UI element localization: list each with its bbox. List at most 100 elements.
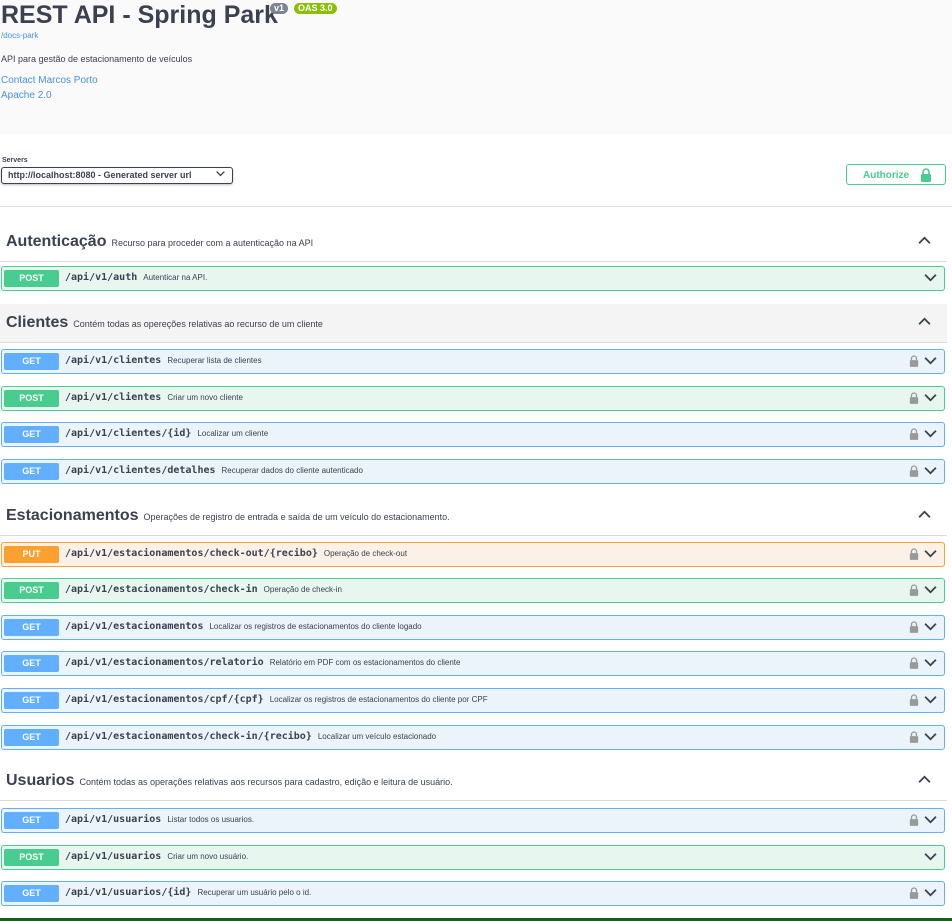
chevron-down-icon[interactable] — [924, 585, 937, 594]
operation-get[interactable]: GET/api/v1/usuarios/{id} Recuperar um usu… — [1, 881, 945, 906]
method-badge: POST — [4, 849, 59, 866]
server-select-value: http://localhost:8080 - Generated server… — [8, 170, 192, 180]
operation-summary: Criar um novo cliente — [167, 393, 243, 402]
method-badge: GET — [4, 655, 59, 672]
tag-section-header[interactable]: Estacionamentos Operações de registro de … — [0, 497, 947, 536]
chevron-down-icon[interactable] — [924, 466, 937, 475]
chevron-down-icon[interactable] — [924, 888, 937, 897]
server-select[interactable]: http://localhost:8080 - Generated server… — [1, 167, 233, 184]
lock-icon[interactable] — [909, 621, 919, 633]
operation-path-text: /api/v1/clientes — [65, 392, 162, 403]
method-badge: POST — [4, 270, 59, 287]
operation-summary: Relatório em PDF com os estacionamentos … — [269, 658, 461, 667]
operation-path-text: /api/v1/estacionamentos — [65, 621, 204, 632]
chevron-down-icon[interactable] — [924, 695, 937, 704]
tag-name: Estacionamentos Operações de registro de … — [6, 507, 450, 525]
operation-path: /api/v1/estacionamentos/check-in/{recibo… — [65, 731, 436, 742]
operation-summary: Criar um novo usuário. — [167, 852, 249, 861]
operation-path: /api/v1/clientes Recuperar lista de clien… — [65, 355, 262, 366]
chevron-up-icon[interactable] — [918, 317, 931, 326]
operation-path: /api/v1/clientes Criar um novo cliente — [65, 392, 243, 403]
license-link[interactable]: Apache 2.0 — [1, 90, 52, 101]
method-badge: GET — [4, 812, 59, 829]
chevron-down-icon[interactable] — [924, 393, 937, 402]
contact-link[interactable]: Contact Marcos Porto — [1, 75, 98, 86]
operation-path: /api/v1/clientes/detalhes Recuperar dados… — [65, 465, 363, 476]
operation-get[interactable]: GET/api/v1/clientes Recuperar lista de cl… — [1, 349, 945, 374]
operation-get[interactable]: GET/api/v1/estacionamentos Localizar os r… — [1, 615, 945, 640]
authorize-label: Authorize — [863, 170, 910, 181]
operation-get[interactable]: GET/api/v1/usuarios Listar todos os usuar… — [1, 808, 945, 833]
operation-path: /api/v1/estacionamentos/check-in Operação… — [65, 584, 342, 595]
operation-get[interactable]: GET/api/v1/clientes/{id} Localizar um cli… — [1, 422, 945, 447]
operation-path: /api/v1/usuarios/{id} Recuperar um usuári… — [65, 887, 311, 898]
chevron-down-icon[interactable] — [924, 658, 937, 667]
chevron-down-icon[interactable] — [924, 815, 937, 824]
chevron-up-icon[interactable] — [918, 775, 931, 784]
operation-post[interactable]: POST/api/v1/auth Autenticar na API. — [1, 266, 945, 291]
chevron-down-icon[interactable] — [924, 273, 937, 282]
api-info-section: REST API - Spring Park v1 OAS 3.0 /docs-… — [0, 0, 952, 134]
tag-title: Autenticação — [6, 233, 107, 250]
chevron-down-icon[interactable] — [924, 852, 937, 861]
operation-path-text: /api/v1/clientes/{id} — [65, 428, 192, 439]
lock-icon[interactable] — [909, 392, 919, 404]
tag-description: Contém todas as operações relativas aos … — [79, 777, 453, 787]
operation-path-text: /api/v1/estacionamentos/check-in — [65, 584, 258, 595]
lock-icon — [921, 168, 931, 182]
operation-summary: Localizar um veículo estacionado — [317, 732, 437, 741]
docs-link[interactable]: /docs-park — [1, 31, 38, 40]
operation-post[interactable]: POST/api/v1/usuarios Criar um novo usuári… — [1, 845, 945, 870]
lock-icon[interactable] — [909, 584, 919, 596]
lock-icon[interactable] — [909, 355, 919, 367]
lock-icon[interactable] — [909, 548, 919, 560]
tag-section-header[interactable]: Usuarios Contém todas as operações relati… — [0, 762, 947, 801]
operation-get[interactable]: GET/api/v1/clientes/detalhes Recuperar da… — [1, 459, 945, 484]
authorize-button[interactable]: Authorize — [846, 164, 946, 185]
chevron-down-icon[interactable] — [924, 356, 937, 365]
oas-badge: OAS 3.0 — [294, 3, 337, 14]
chevron-up-icon[interactable] — [918, 510, 931, 519]
operation-path-text: /api/v1/usuarios — [65, 851, 162, 862]
tag-section-header[interactable]: Autenticação Recurso para proceder com a … — [0, 223, 947, 262]
lock-icon[interactable] — [909, 428, 919, 440]
chevron-up-icon[interactable] — [918, 236, 931, 245]
operation-get[interactable]: GET/api/v1/estacionamentos/check-in/{rec… — [1, 725, 945, 750]
operation-path-text: /api/v1/usuarios/{id} — [65, 887, 192, 898]
chevron-down-icon[interactable] — [924, 549, 937, 558]
chevron-down-icon[interactable] — [924, 622, 937, 631]
method-badge: POST — [4, 390, 59, 407]
chevron-down-icon[interactable] — [924, 732, 937, 741]
operation-get[interactable]: GET/api/v1/estacionamentos/relatorio Rela… — [1, 651, 945, 676]
page-title: REST API - Spring Park — [1, 1, 278, 29]
operation-path: /api/v1/estacionamentos/check-out/{recib… — [65, 548, 407, 559]
method-badge: GET — [4, 353, 59, 370]
operation-path-text: /api/v1/estacionamentos/cpf/{cpf} — [65, 694, 264, 705]
tag-description: Recurso para proceder com a autenticação… — [111, 238, 314, 248]
operation-put[interactable]: PUT/api/v1/estacionamentos/check-out/{re… — [1, 542, 945, 567]
tag-name: Clientes Contém todas as opereções relati… — [6, 314, 323, 332]
tag-title: Clientes — [6, 314, 69, 331]
lock-icon[interactable] — [909, 814, 919, 826]
method-badge: GET — [4, 463, 59, 480]
lock-icon[interactable] — [909, 694, 919, 706]
api-description: API para gestão de estacionamento de veí… — [1, 54, 193, 64]
operation-summary: Listar todos os usuarios. — [167, 815, 255, 824]
lock-icon[interactable] — [909, 657, 919, 669]
operation-get[interactable]: GET/api/v1/estacionamentos/cpf/{cpf} Loca… — [1, 688, 945, 713]
operation-summary: Recuperar dados do cliente autenticado — [221, 466, 363, 475]
operation-path-text: /api/v1/clientes/detalhes — [65, 465, 216, 476]
operation-summary: Localizar os registros de estacionamento… — [269, 695, 488, 704]
lock-icon[interactable] — [909, 465, 919, 477]
tag-section-header[interactable]: Clientes Contém todas as opereções relati… — [0, 304, 947, 343]
lock-icon[interactable] — [909, 731, 919, 743]
operation-post[interactable]: POST/api/v1/clientes Criar um novo client… — [1, 386, 945, 411]
operation-path-text: /api/v1/usuarios — [65, 814, 162, 825]
lock-icon[interactable] — [909, 887, 919, 899]
operation-post[interactable]: POST/api/v1/estacionamentos/check-in Oper… — [1, 578, 945, 603]
tag-description: Contém todas as opereções relativas ao r… — [73, 319, 323, 329]
chevron-down-icon — [216, 170, 225, 177]
method-badge: GET — [4, 619, 59, 636]
chevron-down-icon[interactable] — [924, 429, 937, 438]
operation-path-text: /api/v1/estacionamentos/relatorio — [65, 657, 264, 668]
